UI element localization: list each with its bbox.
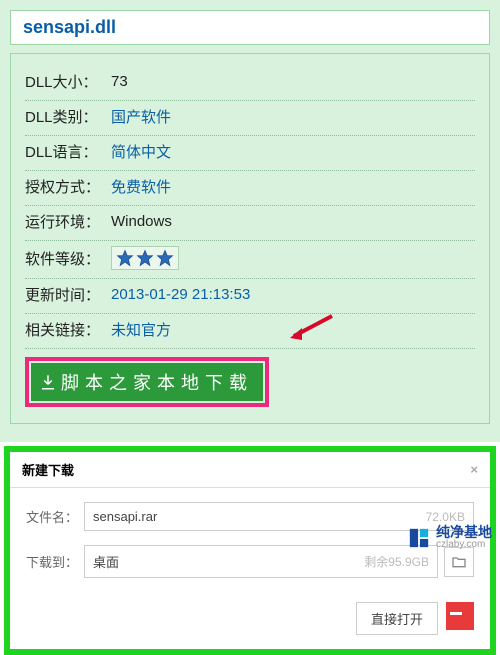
value-related-link[interactable]: 未知官方 <box>111 319 171 340</box>
row-category: DLL类别： 国产软件 <box>25 101 475 136</box>
close-icon[interactable]: × <box>470 462 478 477</box>
label-saveto: 下载到： <box>26 552 84 571</box>
row-saveto: 下载到： 桌面 剩余95.9GB <box>26 545 474 578</box>
row-size: DLL大小： 73 <box>25 66 475 101</box>
open-directly-button[interactable]: 直接打开 <box>356 602 438 635</box>
row-language: DLL语言： 简体中文 <box>25 136 475 171</box>
label-language: DLL语言： <box>25 141 111 162</box>
filesize-hint: 72.0KB <box>426 510 465 524</box>
saveto-value: 桌面 <box>93 552 119 571</box>
page-title: sensapi.dll <box>23 17 116 37</box>
row-related: 相关链接： 未知官方 <box>25 314 475 349</box>
row-updated: 更新时间： 2013-01-29 21:13:53 <box>25 279 475 314</box>
download-button-label: 脚本之家本地下载 <box>61 369 253 395</box>
filename-value: sensapi.rar <box>93 509 157 524</box>
row-environment: 运行环境： Windows <box>25 206 475 241</box>
watermark: 纯净基地 czlaby.com <box>408 525 492 550</box>
title-bar: sensapi.dll <box>10 10 490 45</box>
watermark-logo-icon <box>408 527 430 549</box>
dialog-titlebar: 新建下载 × <box>10 452 490 488</box>
star-icon <box>116 249 134 267</box>
value-license: 免费软件 <box>111 176 171 197</box>
label-filename: 文件名： <box>26 507 84 526</box>
download-button[interactable]: 脚本之家本地下载 <box>31 363 263 401</box>
label-category: DLL类别： <box>25 106 111 127</box>
row-rating: 软件等级： <box>25 241 475 279</box>
star-icon <box>136 249 154 267</box>
download-dialog: 新建下载 × 文件名： sensapi.rar 72.0KB 下载到： 桌面 剩… <box>4 446 496 655</box>
value-updated: 2013-01-29 21:13:53 <box>111 286 250 303</box>
label-related: 相关链接： <box>25 319 111 340</box>
label-updated: 更新时间： <box>25 284 111 305</box>
value-language: 简体中文 <box>111 141 171 162</box>
label-rating: 软件等级： <box>25 248 111 269</box>
info-box: DLL大小： 73 DLL类别： 国产软件 DLL语言： 简体中文 授权方式： … <box>10 53 490 424</box>
browse-folder-button[interactable] <box>444 547 474 577</box>
value-size: 73 <box>111 73 128 90</box>
label-environment: 运行环境： <box>25 211 111 232</box>
watermark-text: 纯净基地 czlaby.com <box>436 525 492 550</box>
label-size: DLL大小： <box>25 71 111 92</box>
rating-stars <box>111 246 179 270</box>
download-flag-button[interactable] <box>446 602 474 630</box>
download-arrow-icon <box>39 373 57 391</box>
info-panel: sensapi.dll DLL大小： 73 DLL类别： 国产软件 DLL语言：… <box>0 0 500 442</box>
dialog-footer: 直接打开 <box>10 602 490 649</box>
row-filename: 文件名： sensapi.rar 72.0KB <box>26 502 474 531</box>
diskfree-hint: 剩余95.9GB <box>364 553 429 570</box>
saveto-input[interactable]: 桌面 剩余95.9GB <box>84 545 438 578</box>
dialog-title: 新建下载 <box>22 460 74 479</box>
value-category: 国产软件 <box>111 106 171 127</box>
folder-icon <box>451 554 467 570</box>
row-license: 授权方式： 免费软件 <box>25 171 475 206</box>
download-button-highlight: 脚本之家本地下载 <box>25 357 269 407</box>
star-icon <box>156 249 174 267</box>
value-environment: Windows <box>111 213 172 230</box>
label-license: 授权方式： <box>25 176 111 197</box>
